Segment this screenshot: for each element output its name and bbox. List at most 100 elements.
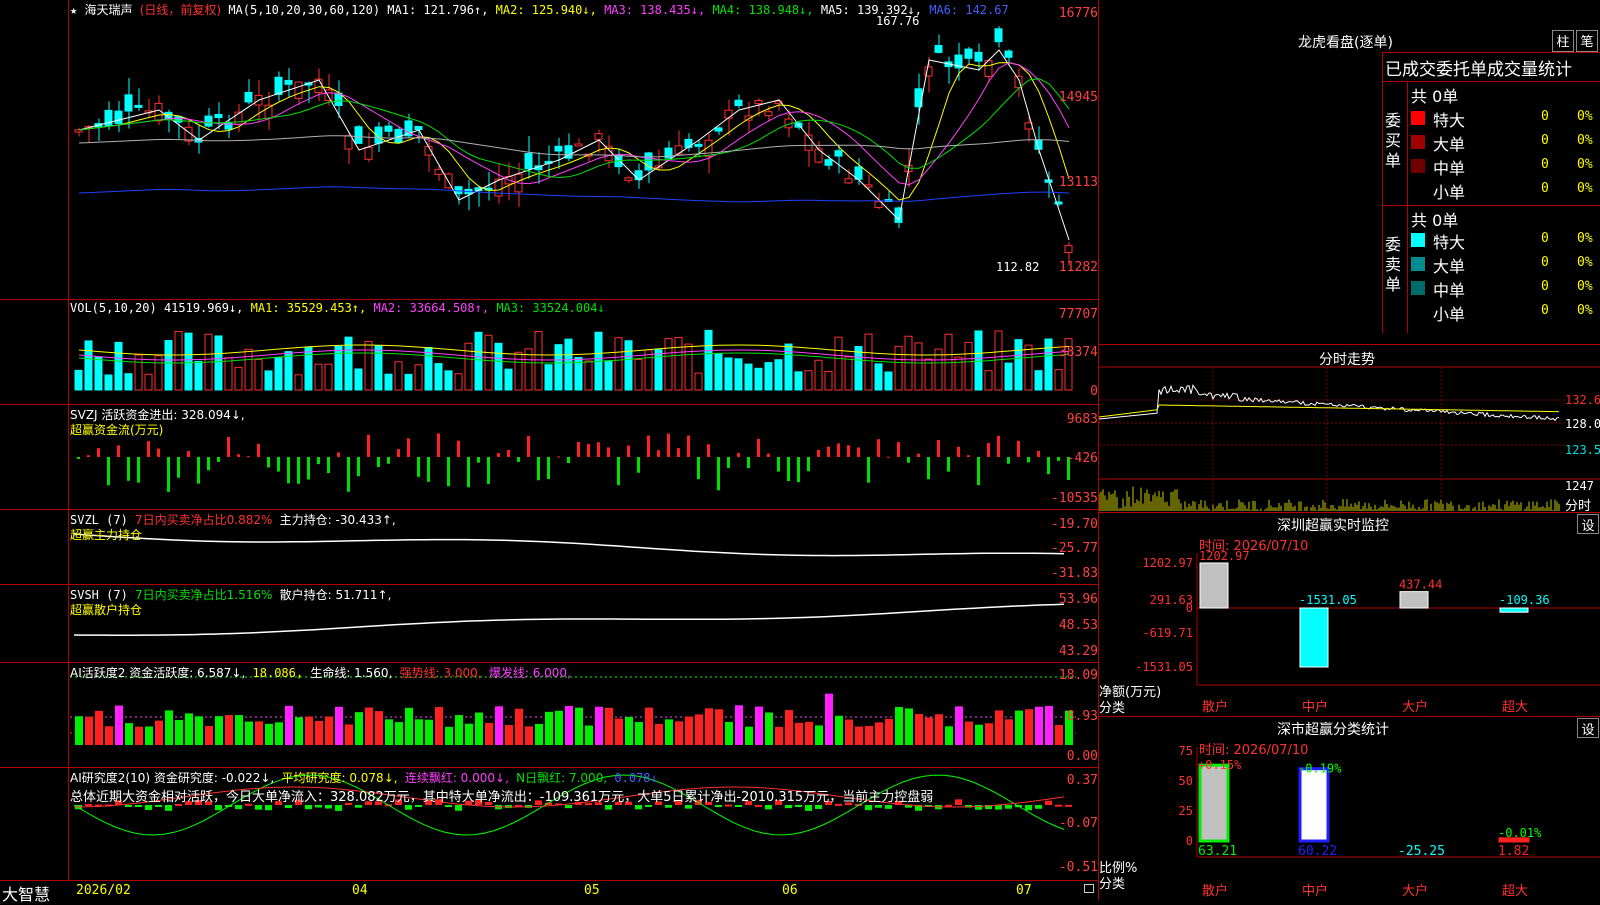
star-icon: ★ <box>70 3 78 17</box>
ai1-c: 生命线: 1.560, <box>310 666 393 680</box>
candle-body <box>204 115 213 127</box>
research-bar <box>645 805 652 807</box>
flow-bar <box>667 433 670 457</box>
volume-chart[interactable] <box>0 300 1098 405</box>
research-bar <box>215 805 222 811</box>
volume-bar <box>134 354 143 391</box>
activity-bar <box>305 716 313 745</box>
lock-icon[interactable] <box>1084 884 1094 893</box>
research-bar <box>1065 804 1072 807</box>
candle-body <box>1004 50 1013 58</box>
svzl-pane[interactable]: SVZL (7) 7日内买卖净占比0.882% 主力持仓: -30.433↑, … <box>0 510 1098 585</box>
buy-row-name: 特大 <box>1433 111 1466 130</box>
candle-body <box>124 94 133 112</box>
tick-view-button[interactable]: 笔 <box>1576 30 1598 52</box>
ai2-d: N日飘红: 7.000, <box>516 771 608 785</box>
research-bar <box>1045 800 1052 805</box>
flow-bar <box>997 435 1000 457</box>
ai-activity-legend: AI活跃度2 资金活跃度: 6.587↓, 18.086, 生命线: 1.560… <box>70 664 571 681</box>
ai-activity-pane[interactable]: AI活跃度2 资金活跃度: 6.587↓, 18.086, 生命线: 1.560… <box>0 663 1098 768</box>
ma-line <box>78 49 1070 241</box>
volume-bar <box>144 373 153 391</box>
flow-bar <box>907 457 910 463</box>
flow-bar <box>277 457 280 472</box>
sell-row-pct: 0% <box>1577 303 1593 318</box>
svsh-pane[interactable]: SVSH (7) 7日内买卖净占比1.516% 散户持仓: 51.711↑, 超… <box>0 585 1098 663</box>
activity-bar <box>725 721 733 745</box>
monitor-panel[interactable]: 深圳超赢实时监控 设 时间: 2026/07/10 1202.97 291.63 0… <box>1099 512 1600 717</box>
activity-bar <box>875 722 883 745</box>
candle-body <box>714 127 723 132</box>
candle-body <box>674 145 683 155</box>
activity-bar <box>195 716 203 745</box>
ma1-value: MA1: 121.796↑, <box>387 3 489 17</box>
volume-bar <box>894 345 903 391</box>
flow-bar <box>567 457 570 464</box>
volume-bar <box>424 347 433 391</box>
activity-bar <box>205 725 213 745</box>
svzj-pane[interactable]: SVZJ 活跃资金进出: 328.094↓, 超赢资金流(万元) 9683 -4… <box>0 405 1098 510</box>
volume-bar <box>264 370 273 391</box>
activity-bar <box>735 705 743 745</box>
price-label-2: 14945 <box>1058 90 1098 105</box>
volume-bar <box>944 333 953 391</box>
research-bar <box>805 805 812 811</box>
activity-bar <box>475 712 483 745</box>
intraday-panel[interactable]: 分时走势 132.6 128.0 123.5 1247 分时 <box>1099 344 1600 514</box>
volume-bar <box>284 351 293 391</box>
activity-bar <box>655 723 663 745</box>
flow-bar <box>207 457 210 471</box>
ai1-label-1: 18.09 <box>1058 668 1098 683</box>
ai1-d: 强势线: 3.000, <box>399 666 482 680</box>
classify-value-label: 60.22 <box>1298 844 1337 859</box>
date-tick-5: 07 <box>1016 883 1032 898</box>
flow-bar <box>397 449 400 457</box>
flow-bar <box>807 457 810 472</box>
volume-bar <box>514 351 523 391</box>
research-bar <box>325 805 332 809</box>
flow-bar <box>517 457 520 462</box>
intraday-chart[interactable] <box>1099 345 1600 513</box>
flow-bar <box>317 457 320 465</box>
candle-body <box>344 135 353 150</box>
flow-bar <box>597 442 600 457</box>
volume-bar <box>214 335 223 391</box>
low-price-label: 112.82 <box>996 260 1040 274</box>
activity-bar <box>225 715 233 745</box>
retail-line <box>73 603 1065 636</box>
activity-bar <box>775 726 783 745</box>
volume-pane[interactable]: VOL(5,10,20) 41519.969↓, MA1: 35529.453↑… <box>0 300 1098 405</box>
activity-bar <box>985 723 993 745</box>
flow-bar <box>167 457 170 492</box>
volume-bar <box>804 370 813 391</box>
flow-bar <box>657 450 660 457</box>
flow-bar <box>847 445 850 457</box>
ai-research-pane[interactable]: AI研究度2(10) 资金研究度: -0.022↓, 平均研究度: 0.078↓… <box>0 768 1098 880</box>
svzl-subtitle: 超赢主力持仓 <box>70 528 143 542</box>
buy-row-swatch <box>1411 135 1425 149</box>
candle-body <box>754 100 763 105</box>
activity-bar <box>935 714 943 745</box>
activity-bar <box>245 721 253 745</box>
activity-bar <box>215 716 223 745</box>
date-tick-4: 06 <box>782 883 798 898</box>
kline-pane[interactable]: ★ 海天瑞声 (日线，前复权) MA(5,10,20,30,60,120) MA… <box>0 0 1098 300</box>
flow-bar <box>717 457 720 491</box>
vol-ma1: MA1: 35529.453↑, <box>250 301 367 315</box>
ai2-label-3: -0.51 <box>1058 860 1098 875</box>
flow-bar <box>247 456 250 458</box>
classify-panel[interactable]: 深市超赢分类统计 设 时间: 2026/07/10 75 50 25 0 +0.15% 6… <box>1099 716 1600 901</box>
svzj-subtitle: 超赢资金流(万元) <box>70 423 164 437</box>
volume-bar <box>504 368 513 391</box>
volume-bar <box>534 330 543 391</box>
candle-body <box>414 125 423 131</box>
buy-row-count: 0 <box>1541 133 1549 148</box>
volume-bar <box>434 363 443 391</box>
ma2-value: MA2: 125.940↓, <box>495 3 597 17</box>
column-view-button[interactable]: 柱 <box>1552 30 1574 52</box>
sell-row-count: 0 <box>1541 279 1549 294</box>
activity-bar <box>1055 724 1063 745</box>
volume-bar <box>724 357 733 391</box>
activity-bar <box>355 712 363 745</box>
candlestick-chart[interactable] <box>0 0 1098 300</box>
